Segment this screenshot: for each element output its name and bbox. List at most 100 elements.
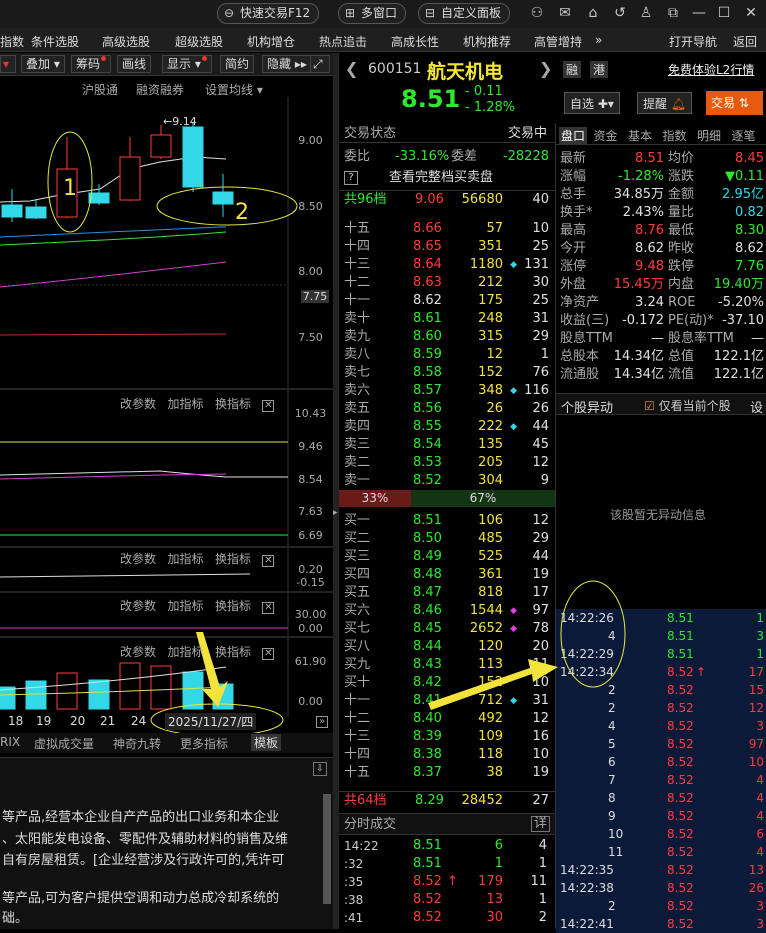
order-level-row[interactable]: 十四 8.38 118 10 bbox=[339, 746, 555, 764]
order-level-row[interactable]: 十三 8.39 109 16 bbox=[339, 728, 555, 746]
restore-icon[interactable]: ⧉ bbox=[664, 4, 682, 22]
close-indicator-3-icon[interactable]: ✕ bbox=[262, 602, 275, 614]
close-indicator-1-icon[interactable]: ✕ bbox=[262, 400, 275, 412]
add-indicator-2[interactable]: 加指标 bbox=[167, 552, 203, 566]
rong-badge[interactable]: 融 bbox=[563, 61, 582, 78]
info-scrollbar[interactable] bbox=[323, 794, 331, 904]
menu-item-back[interactable]: 返回 bbox=[733, 33, 757, 50]
change-param-3[interactable]: 改参数 bbox=[120, 599, 156, 613]
order-level-row[interactable]: 买六 8.46 1544 ◆ 97 bbox=[339, 602, 555, 620]
add-indicator-1[interactable]: 加指标 bbox=[167, 397, 203, 411]
menu-item-institution[interactable]: 机构增仓 bbox=[247, 33, 295, 50]
change-param-4[interactable]: 改参数 bbox=[120, 645, 156, 659]
order-level-row[interactable]: 卖六 8.57 348 ◆ 116 bbox=[339, 382, 555, 400]
order-level-row[interactable]: 买五 8.47 818 17 bbox=[339, 584, 555, 602]
tab-virtual-vol[interactable]: 虚拟成交量 bbox=[34, 735, 94, 752]
menu-item-advanced[interactable]: 高级选股 bbox=[102, 33, 150, 50]
order-level-row[interactable]: 买一 8.51 106 12 bbox=[339, 512, 555, 530]
order-level-row[interactable]: 买九 8.43 113 11 bbox=[339, 656, 555, 674]
zixuan-button[interactable]: 自选 ✚▾ bbox=[564, 92, 620, 114]
custom-panel-button[interactable]: ⊟ 自定义面板 bbox=[418, 3, 511, 24]
user-icon[interactable]: ⚇ bbox=[528, 4, 546, 22]
right-tab[interactable]: 资金 bbox=[594, 127, 618, 144]
tab-rix[interactable]: RIX bbox=[0, 735, 20, 749]
close-indicator-4-icon[interactable]: ✕ bbox=[262, 648, 275, 660]
menu-item-growth[interactable]: 高成长性 bbox=[391, 33, 439, 50]
gang-badge[interactable]: 港 bbox=[590, 61, 609, 78]
menu-item-nav[interactable]: 打开导航 bbox=[669, 33, 717, 50]
menu-item-recommend[interactable]: 机构推荐 bbox=[463, 33, 511, 50]
dropdown-icon[interactable]: ▾ bbox=[0, 55, 16, 73]
right-tab[interactable]: 指数 bbox=[663, 127, 687, 144]
home-icon[interactable]: ⌂ bbox=[584, 4, 602, 22]
switch-indicator-2[interactable]: 换指标 bbox=[215, 552, 251, 566]
order-level-row[interactable]: 卖九 8.60 315 29 bbox=[339, 328, 555, 346]
order-level-row[interactable]: 十三 8.64 1180 ◆ 131 bbox=[339, 256, 555, 274]
full-depth-link[interactable]: 查看完整档买卖盘 bbox=[389, 169, 493, 187]
switch-indicator-4[interactable]: 换指标 bbox=[215, 645, 251, 659]
right-tab[interactable]: 盘口 bbox=[559, 127, 588, 144]
order-level-row[interactable]: 十四 8.65 351 25 bbox=[339, 238, 555, 256]
switch-indicator-1[interactable]: 换指标 bbox=[215, 397, 251, 411]
order-level-row[interactable]: 十五 8.66 57 10 bbox=[339, 220, 555, 238]
order-level-row[interactable]: 买二 8.50 485 29 bbox=[339, 530, 555, 548]
order-level-row[interactable]: 十一 8.41 712 ◆ 31 bbox=[339, 692, 555, 710]
tab-magic9[interactable]: 神奇九转 bbox=[113, 735, 161, 752]
order-level-row[interactable]: 卖五 8.56 26 26 bbox=[339, 400, 555, 418]
tixing-button[interactable]: 提醒 🔔︎ bbox=[637, 92, 693, 114]
back-icon[interactable]: ↺ bbox=[611, 4, 629, 22]
order-level-row[interactable]: 卖二 8.53 205 12 bbox=[339, 454, 555, 472]
order-level-row[interactable]: 买八 8.44 120 20 bbox=[339, 638, 555, 656]
order-level-row[interactable]: 十二 8.63 212 30 bbox=[339, 274, 555, 292]
l2-link[interactable]: 免费体验L2行情 bbox=[668, 61, 754, 78]
hide-button[interactable]: 隐藏 ▸▸ bbox=[262, 55, 312, 73]
full-depth-row[interactable]: ? 查看完整档买卖盘 bbox=[339, 169, 555, 187]
menu-item-executive[interactable]: 高管增持 bbox=[534, 33, 582, 50]
order-level-row[interactable]: 买十 8.42 152 10 bbox=[339, 674, 555, 692]
add-indicator-3[interactable]: 加指标 bbox=[167, 599, 203, 613]
change-param-2[interactable]: 改参数 bbox=[120, 552, 156, 566]
right-tab[interactable]: 逐笔 bbox=[732, 127, 756, 144]
tab-template[interactable]: 模板 bbox=[251, 734, 282, 751]
switch-indicator-3[interactable]: 换指标 bbox=[215, 599, 251, 613]
right-tab[interactable]: 明细 bbox=[697, 127, 721, 144]
menu-item-index[interactable]: 指数 bbox=[0, 33, 24, 50]
right-tab[interactable]: 基本 bbox=[628, 127, 652, 144]
order-level-row[interactable]: 十五 8.37 38 19 bbox=[339, 764, 555, 782]
scroll-right-icon[interactable]: » bbox=[316, 713, 328, 728]
menu-item-super[interactable]: 超级选股 bbox=[175, 33, 223, 50]
multi-window-button[interactable]: ⊞ 多窗口 bbox=[338, 3, 407, 24]
download-icon[interactable]: ⇩ bbox=[313, 762, 327, 776]
more-chevron-icon[interactable]: » bbox=[595, 33, 602, 47]
prev-stock-icon[interactable]: ❮ bbox=[345, 59, 358, 78]
order-level-row[interactable]: 卖十 8.61 248 31 bbox=[339, 310, 555, 328]
close-indicator-2-icon[interactable]: ✕ bbox=[262, 555, 275, 567]
menu-item-condition[interactable]: 条件选股 bbox=[31, 33, 79, 50]
mail-icon[interactable]: ✉ bbox=[556, 4, 574, 22]
maximize-icon[interactable]: ☐ bbox=[715, 4, 733, 22]
menu-item-hotspot[interactable]: 热点追击 bbox=[319, 33, 367, 50]
order-level-row[interactable]: 卖一 8.52 304 9 bbox=[339, 472, 555, 490]
order-level-row[interactable]: 买三 8.49 525 44 bbox=[339, 548, 555, 566]
order-level-row[interactable]: 卖七 8.58 152 76 bbox=[339, 364, 555, 382]
yidong-settings-button[interactable]: 设 bbox=[750, 397, 763, 416]
order-level-row[interactable]: 卖四 8.55 222 ◆ 44 bbox=[339, 418, 555, 436]
order-level-row[interactable]: 十二 8.40 492 12 bbox=[339, 710, 555, 728]
order-level-row[interactable]: 十一 8.62 175 25 bbox=[339, 292, 555, 310]
only-current-checkbox[interactable]: ☑ 仅看当前个股 bbox=[644, 397, 731, 414]
draw-button[interactable]: 画线 bbox=[117, 55, 152, 73]
order-level-row[interactable]: 卖三 8.54 135 45 bbox=[339, 436, 555, 454]
shirt-icon[interactable]: ♙ bbox=[637, 4, 655, 22]
fullscreen-icon[interactable]: ⤢ bbox=[310, 55, 330, 73]
order-level-row[interactable]: 买七 8.45 2652 ◆ 78 bbox=[339, 620, 555, 638]
overlay-button[interactable]: 叠加 ▾ bbox=[21, 55, 65, 73]
close-icon[interactable]: ✕ bbox=[742, 4, 760, 22]
trade-button[interactable]: 交易 ⇅ bbox=[706, 91, 763, 115]
display-button[interactable]: 显示 ▾ bbox=[162, 55, 212, 73]
tab-more[interactable]: 更多指标 bbox=[180, 735, 228, 752]
simple-button[interactable]: 简约 bbox=[220, 55, 255, 73]
kline-chart-area[interactable]: 沪股通 融资融券 设置均线 ▾ ←9.14 1 2 9.00 8.50 8.00… bbox=[0, 77, 333, 757]
chips-button[interactable]: 筹码 bbox=[71, 55, 112, 73]
next-stock-icon[interactable]: ❯ bbox=[539, 59, 552, 78]
minimize-icon[interactable]: — bbox=[690, 4, 708, 22]
